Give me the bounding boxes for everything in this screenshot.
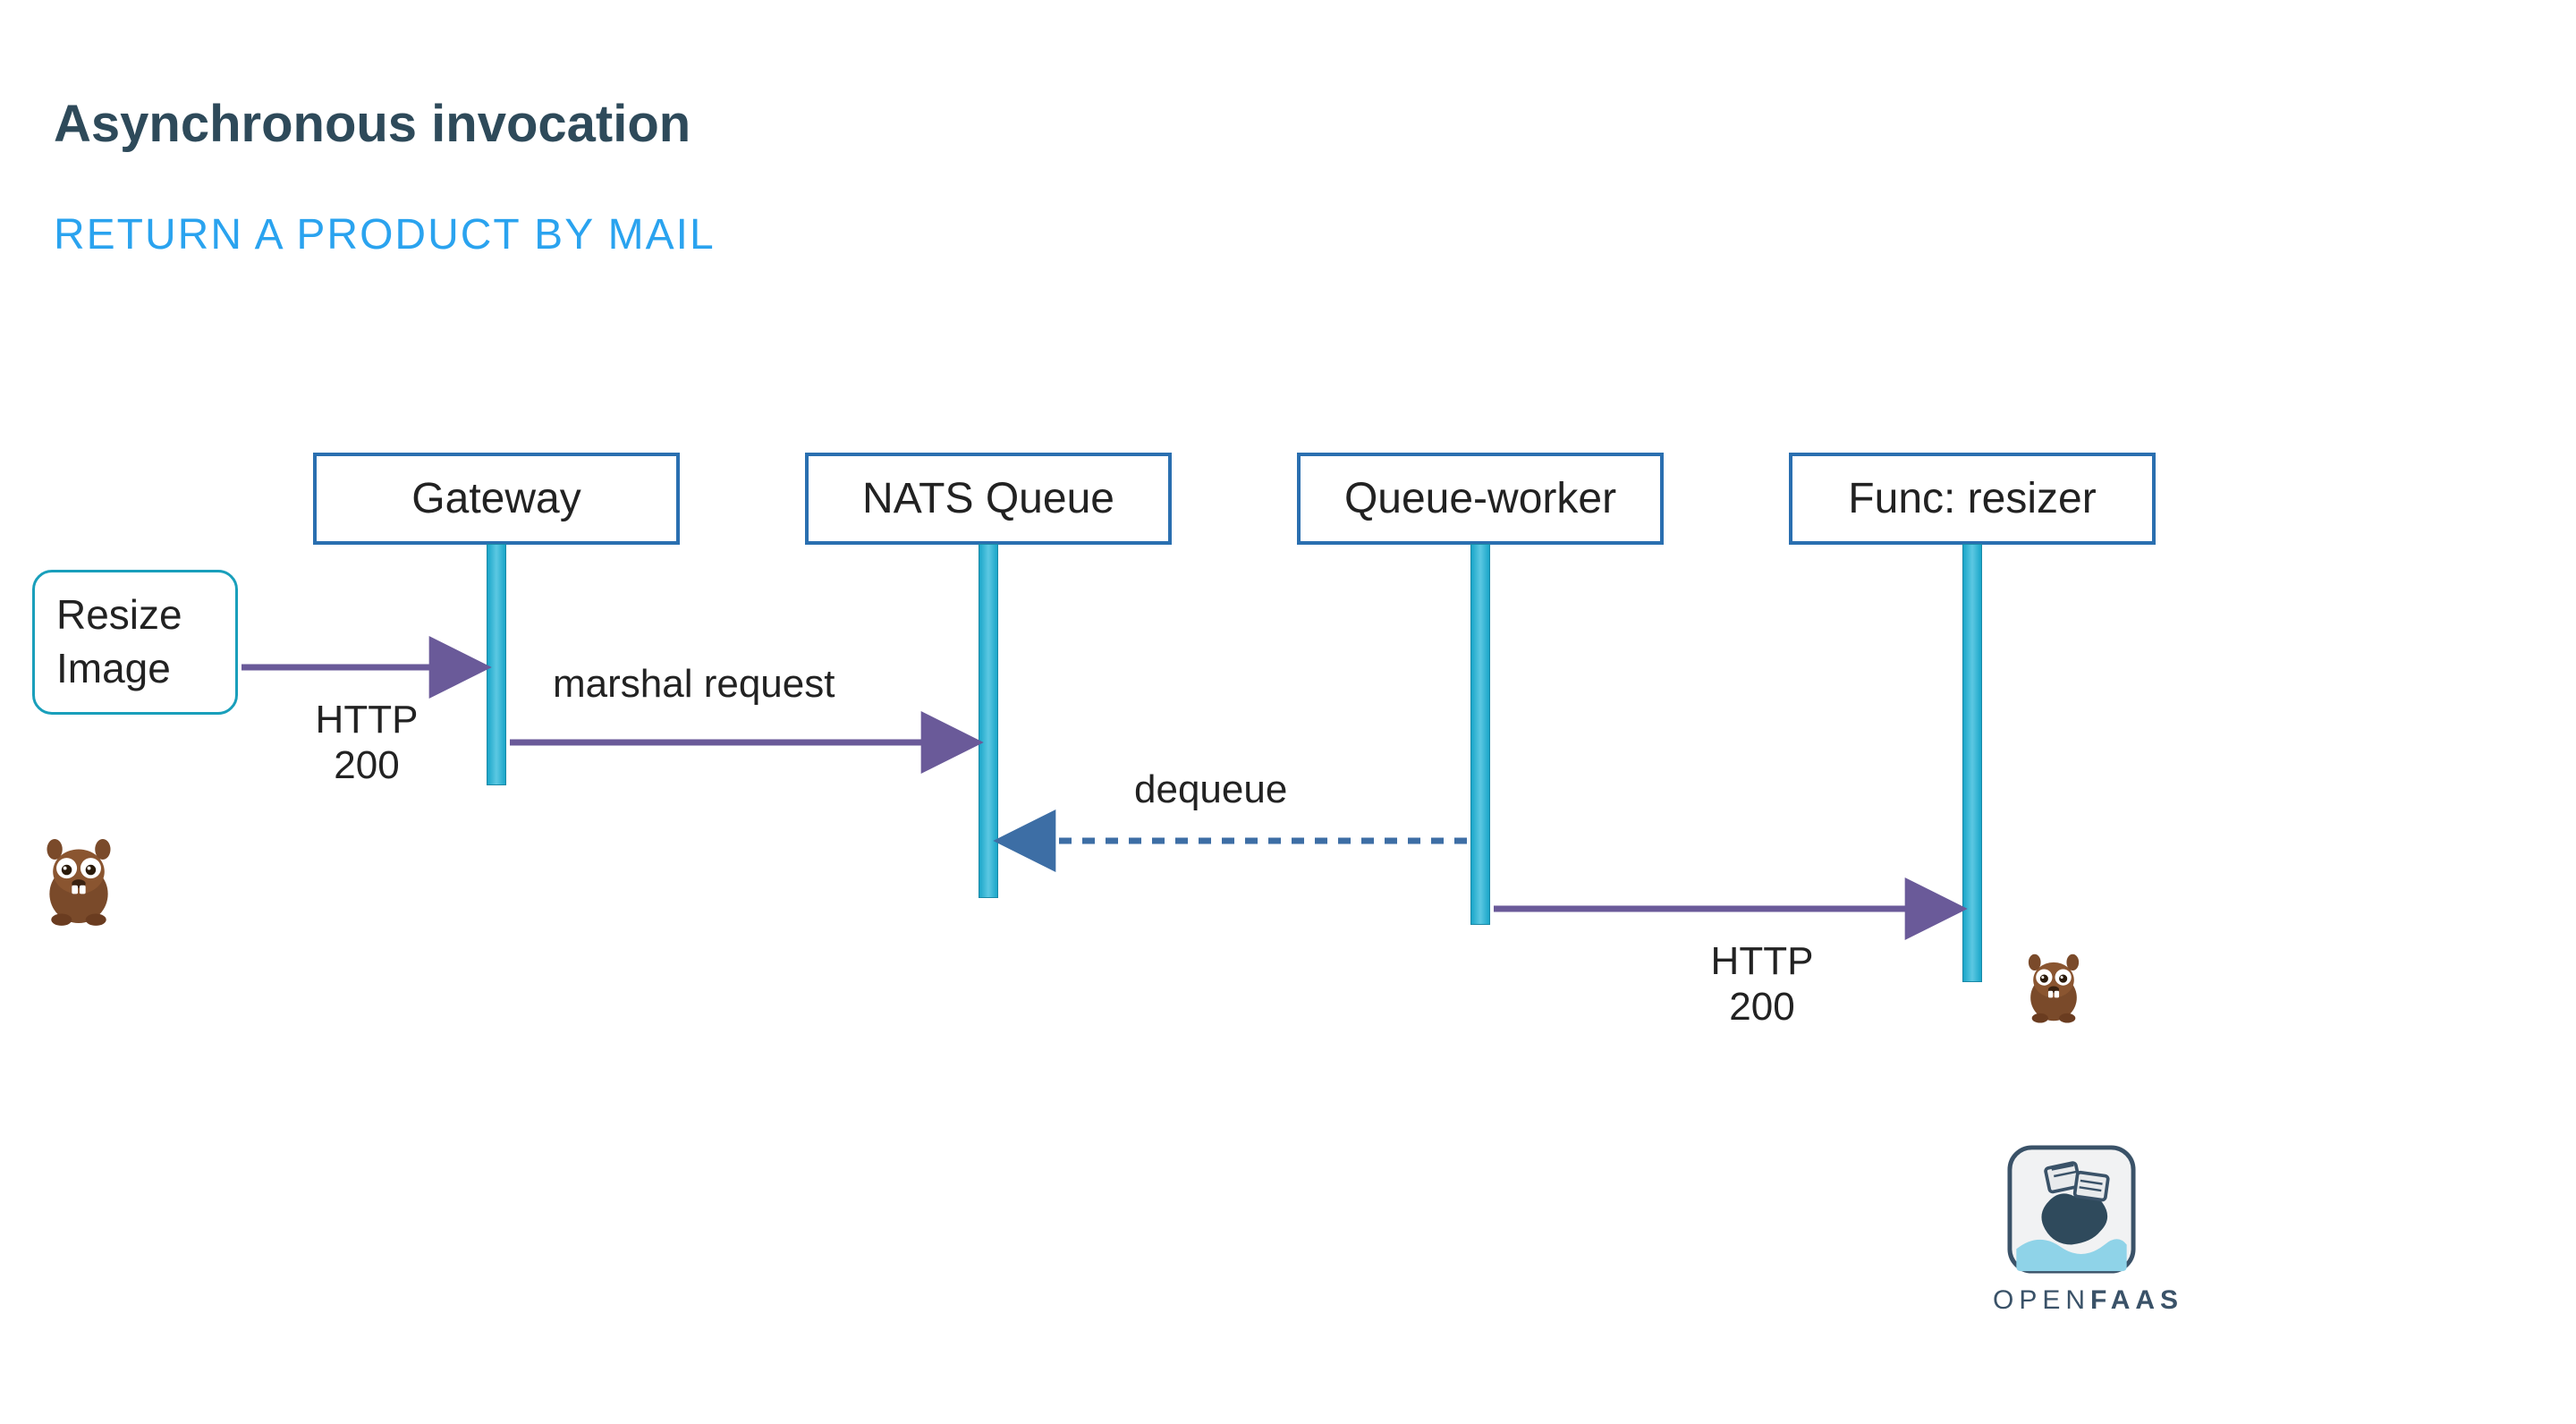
mascot-icon-right <box>2020 948 2088 1027</box>
mascot-icon-left <box>36 832 122 930</box>
label-http-200-actor-text: HTTP200 <box>316 698 419 787</box>
label-dequeue: dequeue <box>1134 767 1287 812</box>
label-http-200-resizer-text: HTTP200 <box>1711 939 1814 1029</box>
label-http-200-actor: HTTP200 <box>295 698 438 788</box>
label-marshal-request: marshal request <box>553 662 835 707</box>
openfaas-logo: OPENFAAS <box>1993 1143 2150 1316</box>
label-http-200-resizer: HTTP200 <box>1673 939 1852 1030</box>
openfaas-logo-icon <box>2005 1143 2138 1276</box>
